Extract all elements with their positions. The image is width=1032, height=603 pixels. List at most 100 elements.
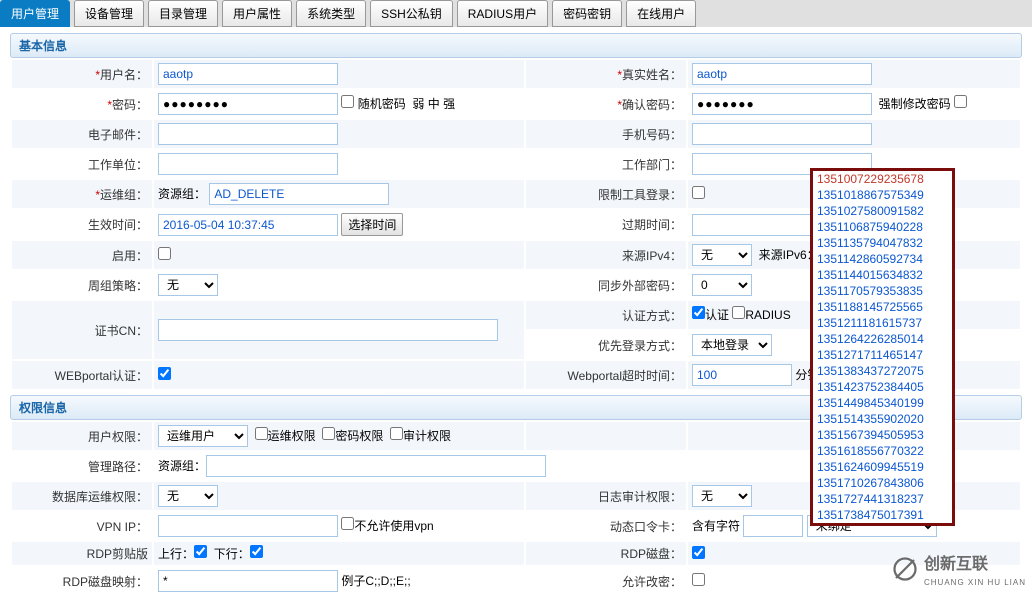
restricttool-checkbox[interactable] [692,186,705,199]
dropdown-item[interactable]: 1351106875940228 [813,219,952,235]
strength-strong: 强 [443,97,455,111]
tab-systype[interactable]: 系统类型 [296,0,366,27]
tab-directory[interactable]: 目录管理 [148,0,218,27]
rdpmap-input[interactable] [158,570,338,592]
rdp-up-checkbox[interactable] [194,545,207,558]
lbl-realname: 真实姓名： [622,68,682,82]
forcechange-checkbox[interactable] [954,95,967,108]
dbperm-select[interactable]: 无 [158,485,218,507]
confirm-input[interactable] [692,93,872,115]
lbl-email: 电子邮件： [88,128,148,142]
effect-input[interactable] [158,214,338,236]
pick-date-button[interactable]: 选择时间 [341,213,403,236]
dropdown-item[interactable]: 1351423752384405 [813,379,952,395]
dropdown-item[interactable]: 1351170579353835 [813,283,952,299]
lbl-forcechange: 强制修改密码 [879,97,951,111]
weekpolicy-select[interactable]: 无 [158,274,218,296]
lbl-authmethod: 认证方式： [622,309,682,323]
dropdown-item[interactable]: 1351514355902020 [813,411,952,427]
lbl-enable: 启用： [112,249,148,263]
lbl-allowmod: 允许改密： [622,575,682,589]
lbl-vpnip: VPN IP： [97,520,148,534]
logo-sub: CHUANG XIN HU LIAN [924,578,1026,587]
lbl-novpn: 不允许使用vpn [354,519,433,533]
loginpri-select[interactable]: 本地登录 [692,334,772,356]
tab-sshkey[interactable]: SSH公私钥 [370,0,453,27]
syncext-select[interactable]: 0 [692,274,752,296]
lbl-rdpmap: RDP磁盘映射： [63,575,148,589]
lbl-syncext: 同步外部密码： [598,279,682,293]
novpn-checkbox[interactable] [341,517,354,530]
opsperm-checkbox[interactable] [255,427,268,440]
dropdown-item[interactable]: 1351188145725565 [813,299,952,315]
lbl-rdpcb: RDP剪贴版 [87,547,148,561]
tab-userattr[interactable]: 用户属性 [222,0,292,27]
lbl-logperm: 日志审计权限： [598,490,682,504]
dropdown-item[interactable]: 1351027580091582 [813,203,952,219]
dropdown-item[interactable]: 1351449845340199 [813,395,952,411]
dropdown-item[interactable]: 1351383437272075 [813,363,952,379]
pwdperm-checkbox[interactable] [322,427,335,440]
tab-online[interactable]: 在线用户 [626,0,696,27]
username-input[interactable] [158,63,338,85]
dropdown-item[interactable]: 1351624609945519 [813,459,952,475]
auth-cert-checkbox[interactable] [692,306,705,319]
lbl-weekpolicy: 周组策略： [88,279,148,293]
email-input[interactable] [158,123,338,145]
strength-mid: 中 [428,97,440,111]
otp-filter-input[interactable] [743,515,803,537]
lbl-auditperm: 审计权限 [403,429,451,443]
lbl-random: 随机密码 [358,97,406,111]
password-input[interactable] [158,93,338,115]
tabs-bar: 用户管理 设备管理 目录管理 用户属性 系统类型 SSH公私钥 RADIUS用户… [0,0,1032,27]
auditperm-checkbox[interactable] [390,427,403,440]
resgroup-input[interactable] [209,183,389,205]
lbl-webportal: WEBportal认证： [55,369,148,383]
rdpdisk-checkbox[interactable] [692,546,705,559]
lbl-resgroup2: 资源组： [158,459,206,473]
logperm-select[interactable]: 无 [692,485,752,507]
mobile-input[interactable] [692,123,872,145]
lbl-username: 用户名： [100,68,148,82]
vpnip-input[interactable] [158,515,338,537]
dropdown-item[interactable]: 1351567394505953 [813,427,952,443]
tab-users[interactable]: 用户管理 [0,0,70,27]
dropdown-item[interactable]: 1351007229235678 [813,171,952,187]
company-input[interactable] [158,153,338,175]
lbl-resgroup: 资源组： [158,187,206,201]
lbl-restricttool: 限制工具登录： [598,188,682,202]
tab-pwdkey[interactable]: 密码密钥 [552,0,622,27]
userperm-select[interactable]: 运维用户 [158,425,248,447]
dropdown-item[interactable]: 1351618556770322 [813,443,952,459]
dropdown-item[interactable]: 1351018867575349 [813,187,952,203]
webportaltimeout-input[interactable] [692,364,792,386]
lbl-mapexample: 例子C;;D;;E;; [341,574,410,588]
dropdown-item[interactable]: 1351144015634832 [813,267,952,283]
tab-radius[interactable]: RADIUS用户 [457,0,548,27]
srcipv4-select[interactable]: 无 [692,244,752,266]
lbl-userperm: 用户权限： [88,430,148,444]
lbl-company: 工作单位： [88,158,148,172]
tab-devices[interactable]: 设备管理 [74,0,144,27]
allowmod-checkbox[interactable] [692,573,705,586]
dropdown-item[interactable]: 1351710267843806 [813,475,952,491]
rdp-down-checkbox[interactable] [250,545,263,558]
lbl-otp: 动态口令卡： [610,520,682,534]
certcn-input[interactable] [158,319,498,341]
lbl-loginpri: 优先登录方式： [598,339,682,353]
realname-input[interactable] [692,63,872,85]
enable-checkbox[interactable] [158,247,171,260]
dropdown-item[interactable]: 1351264226285014 [813,331,952,347]
dropdown-item[interactable]: 1351135794047832 [813,235,952,251]
dropdown-item[interactable]: 1351211181615737 [813,315,952,331]
dropdown-item[interactable]: 1351271711465147 [813,347,952,363]
random-password-checkbox[interactable] [341,95,354,108]
dropdown-item[interactable]: 1351142860592734 [813,251,952,267]
otp-dropdown-panel[interactable]: 1351007229235678135101886757534913510275… [810,168,955,526]
dropdown-item[interactable]: 1351738475017391 [813,507,952,523]
dropdown-item[interactable]: 1351727441318237 [813,491,952,507]
mgmtpath-input[interactable] [206,455,546,477]
webportal-checkbox[interactable] [158,367,171,380]
auth-radius-checkbox[interactable] [732,306,745,319]
lbl-up: 上行： [158,547,194,561]
